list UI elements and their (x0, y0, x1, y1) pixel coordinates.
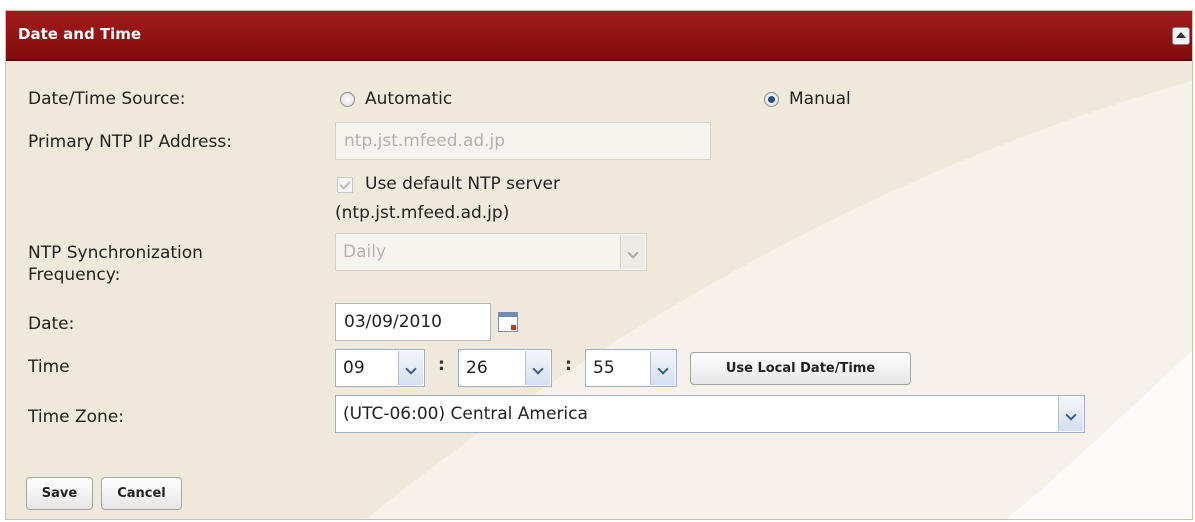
second-value: 55 (593, 358, 615, 378)
cancel-button[interactable]: Cancel (101, 477, 182, 510)
default-ntp-label: Use default NTP server (365, 174, 560, 194)
panel-header: Date and Time (6, 11, 1192, 61)
sync-freq-select[interactable]: Daily (335, 233, 647, 271)
timezone-label: Time Zone: (28, 407, 125, 427)
timezone-value: (UTC-06:00) Central America (343, 404, 588, 424)
minute-value: 26 (466, 358, 488, 378)
default-ntp-detail: (ntp.jst.mfeed.ad.jp) (335, 203, 510, 223)
date-time-panel: Date and Time Date/Time Source: Automati… (5, 10, 1193, 520)
chevron-down-icon (398, 351, 423, 385)
ntp-ip-label: Primary NTP IP Address: (28, 132, 232, 152)
save-button[interactable]: Save (26, 477, 93, 510)
second-select[interactable]: 55 (585, 349, 677, 387)
sync-freq-value: Daily (343, 242, 387, 262)
ntp-ip-input[interactable]: ntp.jst.mfeed.ad.jp (335, 122, 711, 160)
date-input[interactable]: 03/09/2010 (335, 303, 491, 341)
time-separator: : (565, 355, 572, 375)
sync-freq-label-line1: NTP Synchronization (28, 243, 203, 263)
time-label: Time (28, 357, 70, 377)
hour-select[interactable]: 09 (335, 349, 425, 387)
chevron-down-icon (525, 351, 550, 385)
manual-radio[interactable] (764, 92, 779, 107)
default-ntp-checkbox[interactable] (337, 177, 353, 193)
source-label: Date/Time Source: (28, 89, 186, 109)
manual-label: Manual (789, 89, 851, 109)
timezone-select[interactable]: (UTC-06:00) Central America (335, 395, 1085, 433)
panel-title: Date and Time (18, 25, 142, 43)
automatic-radio[interactable] (340, 92, 355, 107)
sync-freq-label-line2: Frequency: (28, 265, 121, 285)
use-local-time-button[interactable]: Use Local Date/Time (690, 352, 911, 385)
collapse-up-icon[interactable] (1172, 27, 1190, 45)
chevron-down-icon (1058, 397, 1083, 431)
chevron-down-icon (650, 351, 675, 385)
automatic-label: Automatic (365, 89, 453, 109)
calendar-icon[interactable] (498, 312, 518, 332)
time-separator: : (438, 355, 445, 375)
minute-select[interactable]: 26 (458, 349, 552, 387)
date-label: Date: (28, 314, 75, 334)
chevron-down-icon (620, 235, 645, 269)
hour-value: 09 (343, 358, 365, 378)
